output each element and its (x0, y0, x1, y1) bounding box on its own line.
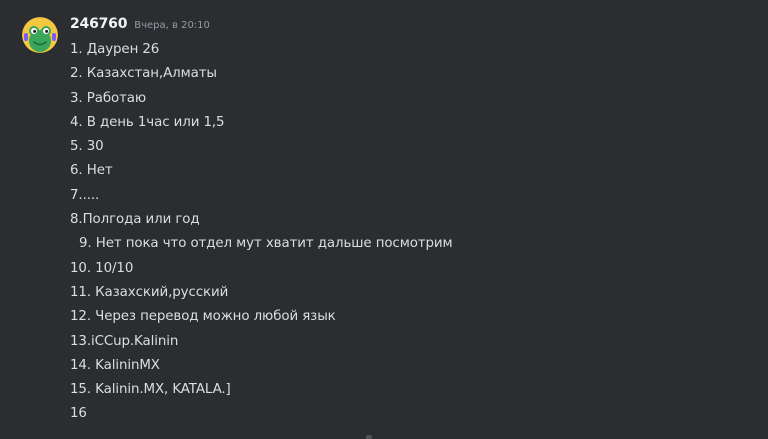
message-line: 6. Нет (70, 163, 113, 179)
message-line: 3. Работаю (70, 90, 147, 106)
message-line: 9. Нет пока что отдел мут хватит дальше … (79, 236, 453, 252)
green-frog-avatar-icon (22, 17, 58, 53)
user-avatar[interactable] (22, 17, 58, 53)
message-line: 10. 10/10 (70, 260, 134, 276)
message-line: 16 (70, 406, 87, 422)
message-line: 11. Казахский,русский (70, 284, 229, 300)
message-line: 2. Казахстан,Алматы (70, 66, 217, 82)
message-line: 14. KalininMX (70, 357, 160, 373)
message-timestamp: Вчера, в 20:10 (134, 20, 210, 31)
message-line: 8.Полгода или год (70, 212, 200, 228)
message-line: 12. Через перевод можно любой язык (70, 309, 336, 325)
chat-view: 246760 Вчера, в 20:10 1. Даурен 26 2. Ка… (0, 0, 768, 439)
message-author[interactable]: 246760 (70, 16, 127, 32)
message-header: 246760 Вчера, в 20:10 (70, 16, 210, 38)
message-line: 4. В день 1час или 1,5 (70, 114, 225, 130)
scroll-indicator (366, 435, 372, 439)
message-line: 7..... (70, 187, 100, 203)
chat-message: 246760 Вчера, в 20:10 1. Даурен 26 2. Ка… (0, 0, 768, 439)
message-line: 15. Kalinin.MX, KATALA.] (70, 382, 231, 398)
message-line: 1. Даурен 26 (70, 42, 160, 57)
message-line: 13.iCCup.Kalinin (70, 333, 179, 349)
message-line: 5. 30 (70, 139, 104, 155)
message-content: 1. Даурен 26 2. Казахстан,Алматы 3. Рабо… (70, 39, 750, 428)
